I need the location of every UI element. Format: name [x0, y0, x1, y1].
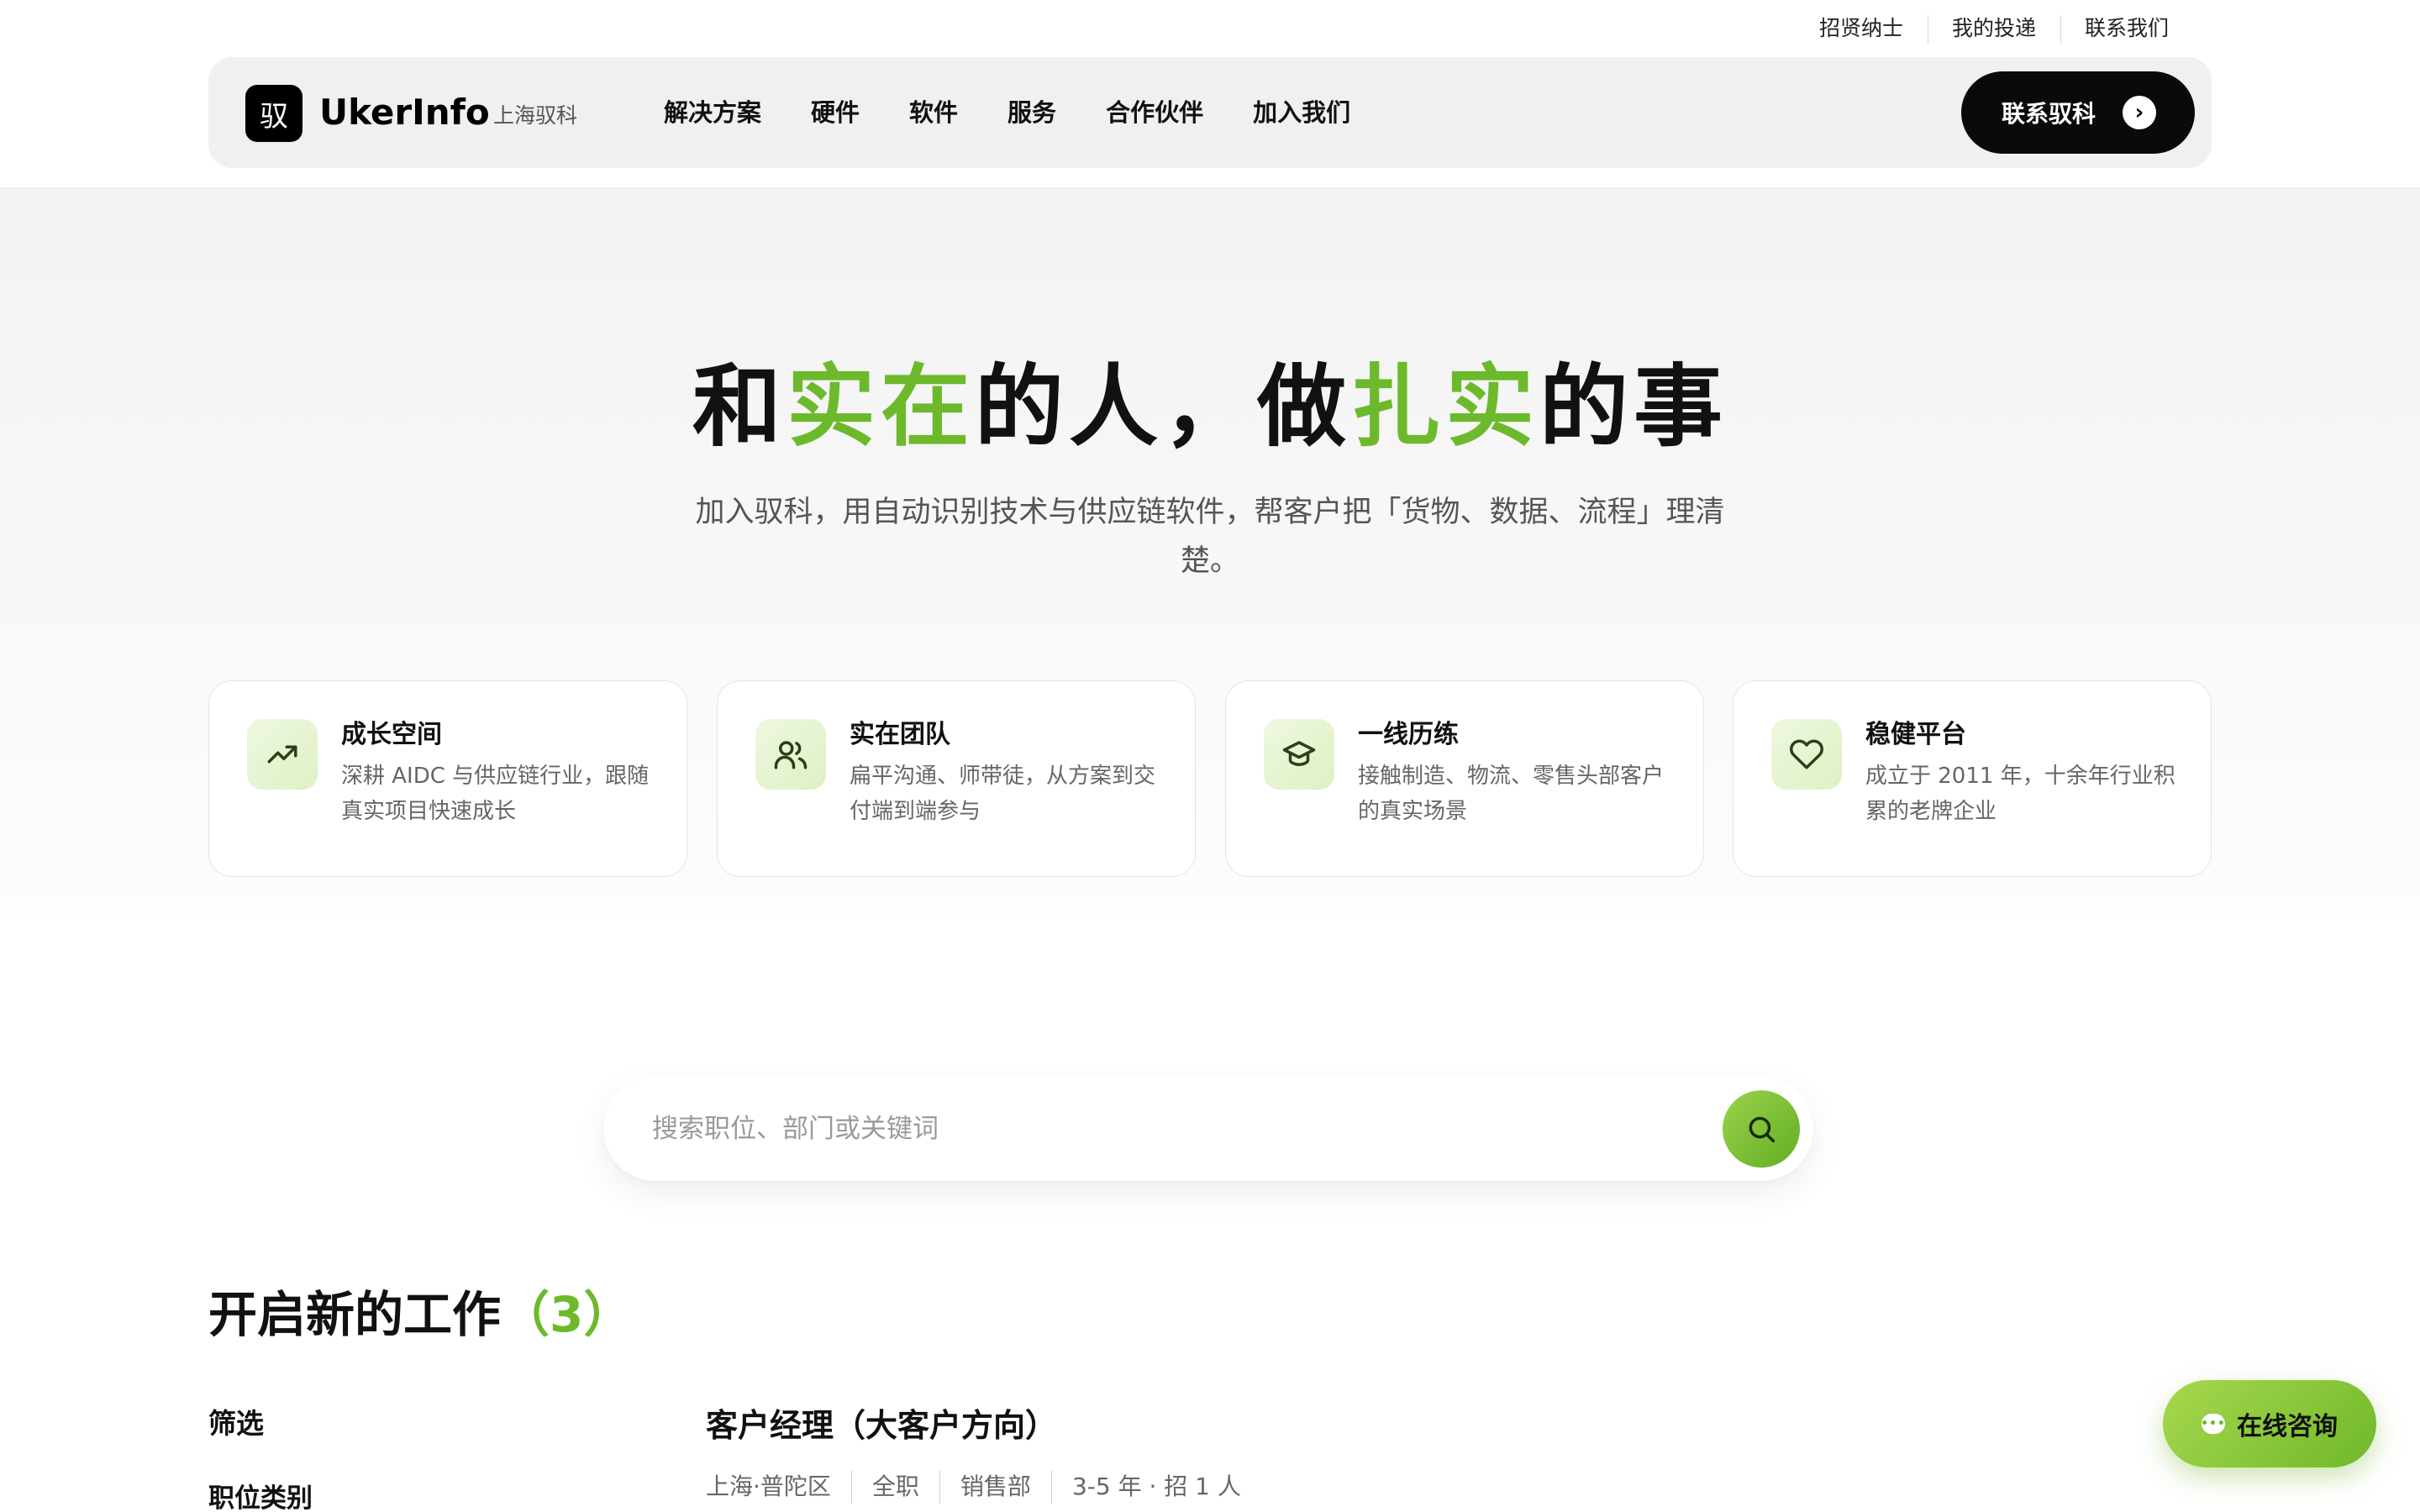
job-experience: 3-5 年 · 招 1 人: [1050, 1470, 1241, 1504]
chevron-right-icon: ›: [2123, 96, 2156, 129]
hero-title-part-2: 的人，做: [975, 355, 1351, 459]
card-title: 稳健平台: [1865, 720, 1966, 749]
benefit-card-growth: 成长空间 深耕 AIDC 与供应链行业，跟随真实项目快速成长: [208, 680, 687, 877]
top-utility-links: 招贤纳士 我的投递 联系我们: [1795, 12, 2193, 45]
job-title[interactable]: 客户经理（大客户方向）: [706, 1403, 1057, 1448]
nav-hardware[interactable]: 硬件: [811, 94, 860, 131]
job-department: 销售部: [939, 1470, 1031, 1504]
card-description: 成立于 2011 年，十余年行业积累的老牌企业: [1865, 764, 2175, 824]
jobs-count: （3）: [501, 1286, 633, 1343]
link-contact-us[interactable]: 联系我们: [2060, 12, 2193, 45]
benefit-card-platform: 稳健平台 成立于 2011 年，十余年行业积累的老牌企业: [1733, 680, 2212, 877]
job-type: 全职: [850, 1470, 919, 1504]
hero-title-part-1: 和: [692, 355, 786, 459]
benefit-card-frontline: 一线历练 接触制造、物流、零售头部客户的真实场景: [1225, 680, 1704, 877]
hero-section: 和实在的人，做扎实的事 加入驭科，用自动识别技术与供应链软件，帮客户把「货物、数…: [0, 187, 2420, 918]
card-description: 接触制造、物流、零售头部客户的真实场景: [1358, 764, 1665, 824]
contact-cta-button[interactable]: 联系驭科 ›: [1961, 71, 2195, 154]
nav-join-us[interactable]: 加入我们: [1253, 94, 1350, 131]
card-description: 扁平沟通、师带徒，从方案到交付端到端参与: [850, 764, 1156, 824]
filter-label: 筛选: [208, 1407, 264, 1440]
graduation-cap-icon: [1264, 719, 1334, 790]
hero-subtitle: 加入驭科，用自动识别技术与供应链软件，帮客户把「货物、数据、流程」理清楚。: [695, 496, 1725, 578]
nav-partners[interactable]: 合作伙伴: [1106, 94, 1203, 131]
jobs-heading: 开启新的工作（3）: [208, 1280, 632, 1349]
job-search-bar: [603, 1077, 1813, 1181]
job-location: 上海·普陀区: [706, 1473, 831, 1500]
nav-software[interactable]: 软件: [909, 94, 958, 131]
primary-nav: 解决方案 硬件 软件 服务 合作伙伴 加入我们: [664, 94, 1400, 131]
hero-title-part-3: 的事: [1539, 355, 1728, 459]
benefit-card-team: 实在团队 扁平沟通、师带徒，从方案到交付端到端参与: [717, 680, 1196, 877]
jobs-heading-text: 开启新的工作: [208, 1286, 502, 1343]
chat-icon: •••: [2201, 1414, 2225, 1434]
benefit-cards: 成长空间 深耕 AIDC 与供应链行业，跟随真实项目快速成长 实在团队 扁平沟通…: [208, 680, 2212, 877]
online-consult-label: 在线咨询: [2237, 1412, 2338, 1441]
search-button[interactable]: [1723, 1090, 1800, 1168]
card-description: 深耕 AIDC 与供应链行业，跟随真实项目快速成长: [341, 764, 650, 824]
main-navbar: 驭 UkerInfo 上海驭科 解决方案 硬件 软件 服务 合作伙伴 加入我们 …: [208, 57, 2212, 168]
trending-up-icon: [247, 719, 318, 790]
search-icon: [1749, 1116, 1775, 1142]
online-consult-button[interactable]: ••• 在线咨询: [2163, 1380, 2376, 1467]
job-meta: 上海·普陀区 全职 销售部 3-5 年 · 招 1 人: [706, 1470, 1241, 1504]
filter-category-heading[interactable]: 职位类别: [208, 1480, 313, 1512]
link-careers[interactable]: 招贤纳士: [1795, 12, 1928, 45]
users-icon: [755, 719, 826, 790]
brand-subtitle: 上海驭科: [493, 103, 578, 128]
nav-services[interactable]: 服务: [1007, 94, 1056, 131]
brand-name[interactable]: UkerInfo: [319, 89, 490, 136]
card-title: 实在团队: [850, 720, 950, 749]
contact-cta-label: 联系驭科: [2002, 100, 2096, 128]
hero-title: 和实在的人，做扎实的事: [0, 353, 2420, 462]
logo-icon[interactable]: 驭: [245, 85, 302, 142]
link-my-applications[interactable]: 我的投递: [1927, 12, 2060, 45]
hero-title-accent-1: 实在: [786, 355, 975, 459]
search-input[interactable]: [652, 1104, 1660, 1154]
heart-icon: [1771, 719, 1842, 790]
card-title: 一线历练: [1358, 720, 1459, 749]
hero-title-accent-2: 扎实: [1351, 355, 1539, 459]
nav-solutions[interactable]: 解决方案: [664, 94, 761, 131]
card-title: 成长空间: [341, 720, 442, 749]
